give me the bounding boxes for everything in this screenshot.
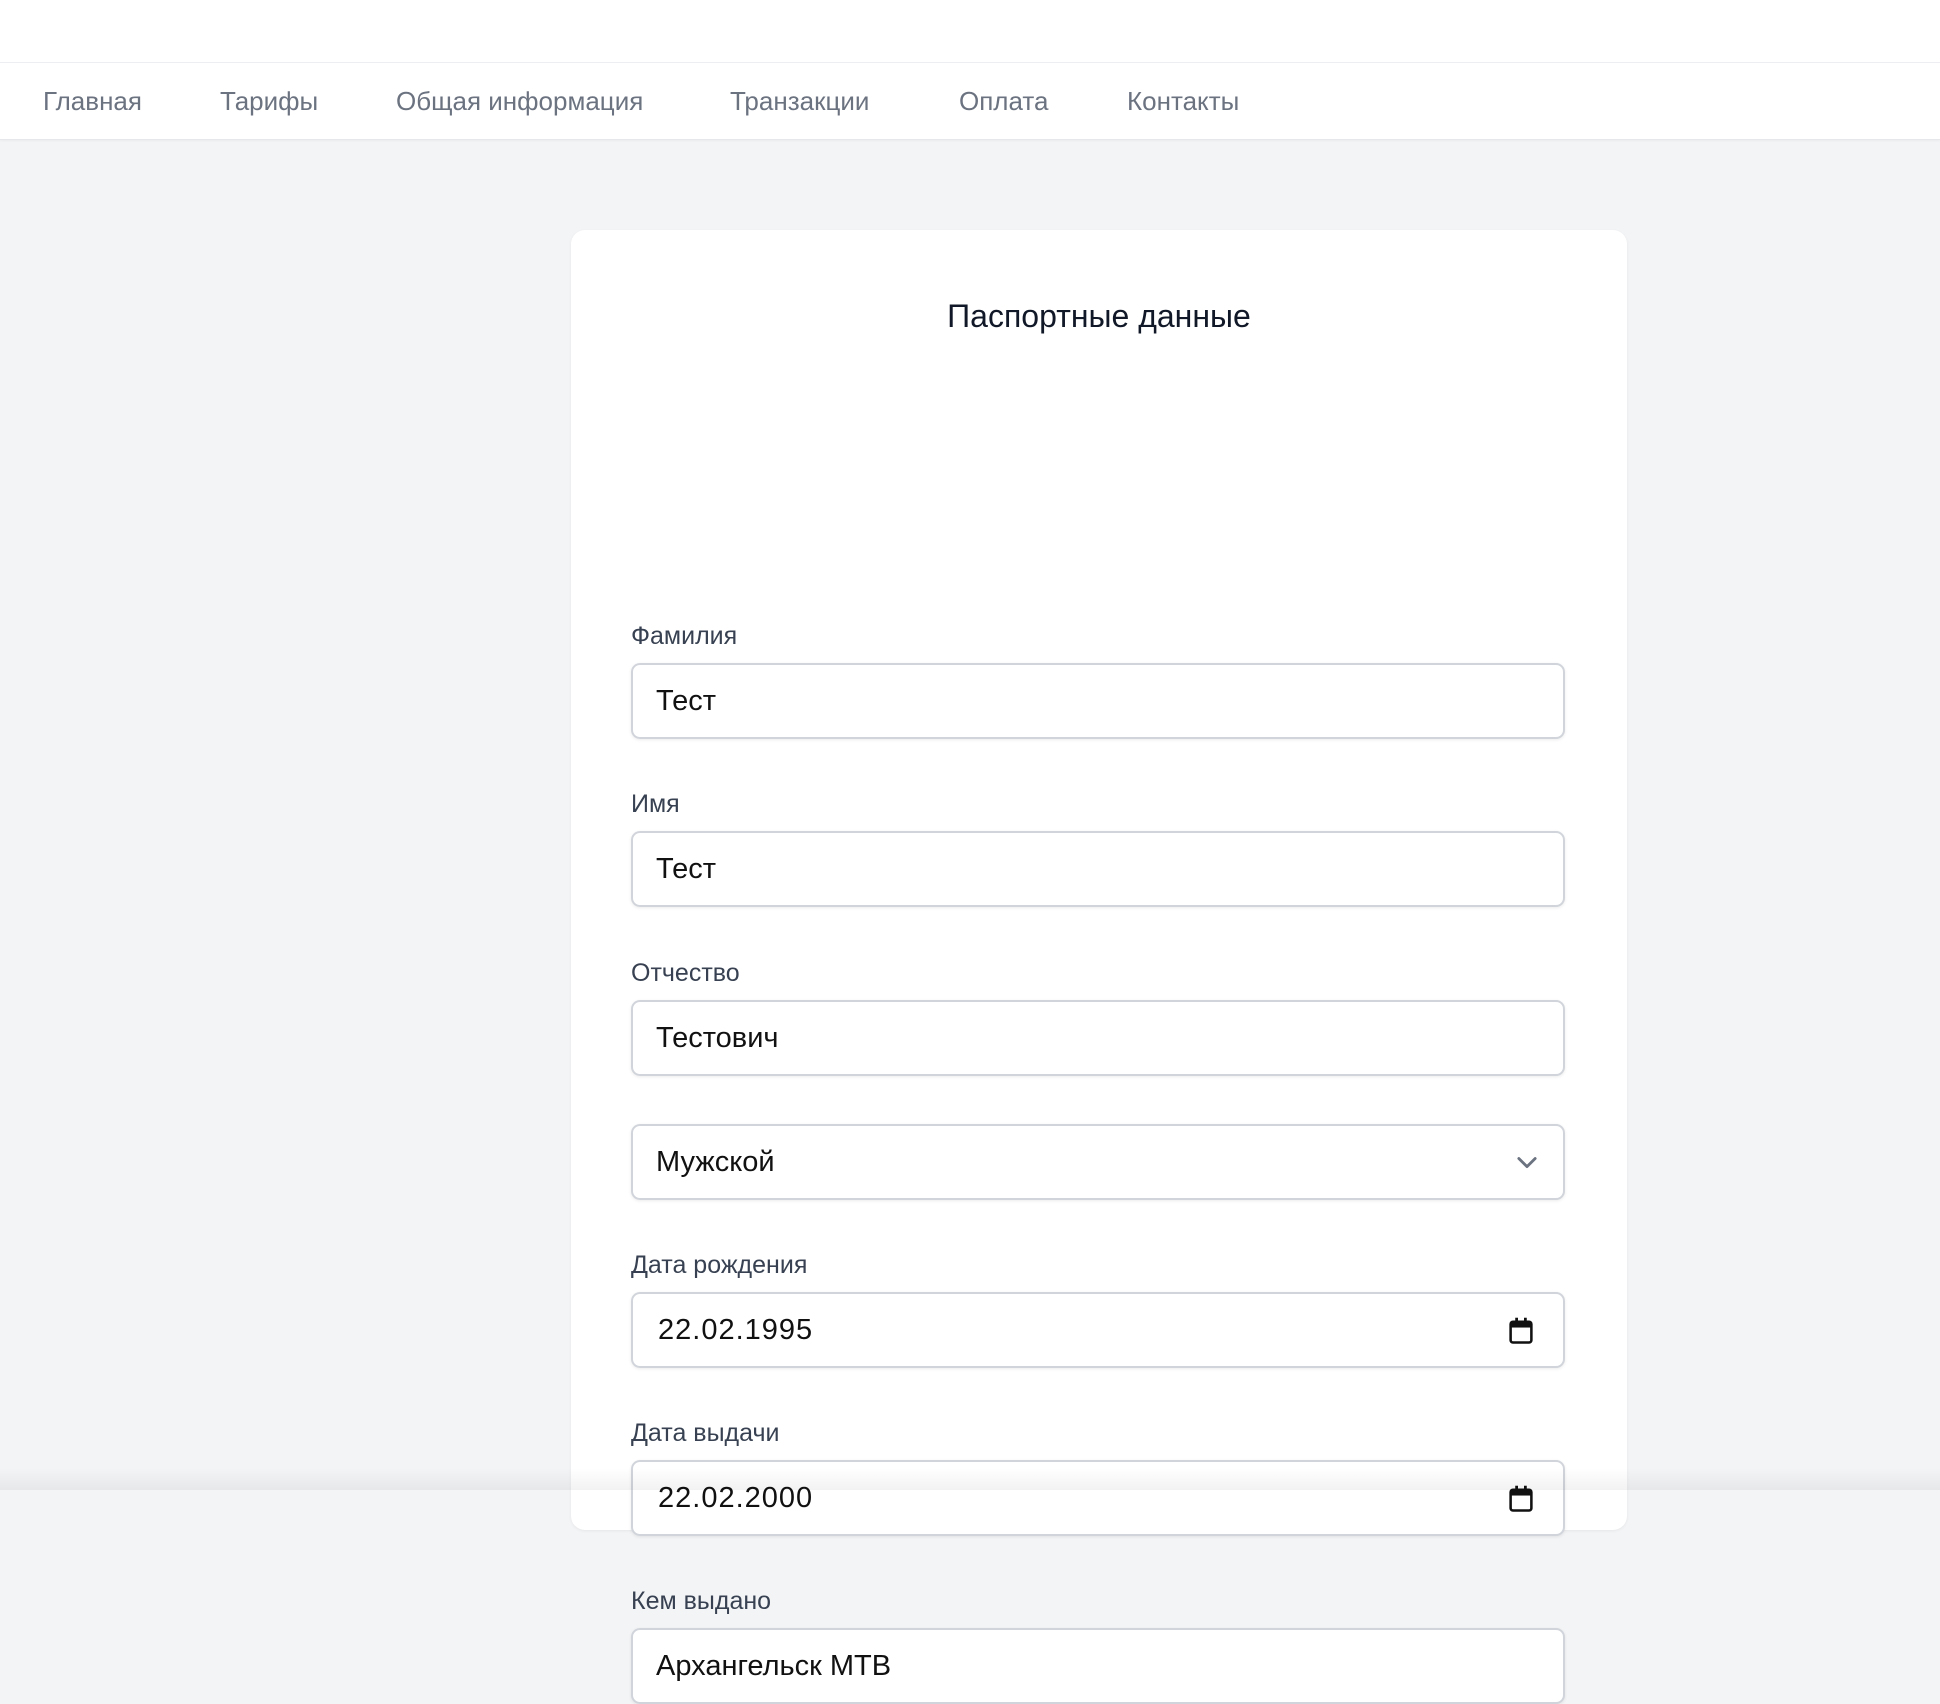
last-name-value: Тест	[656, 685, 716, 717]
issued-by-input[interactable]: Архангельск МТВ	[631, 1628, 1565, 1704]
last-name-label: Фамилия	[631, 622, 738, 650]
birth-date-value: 22.02.1995	[658, 1314, 814, 1346]
issued-by-value: Архангельск МТВ	[656, 1650, 892, 1682]
chevron-down-icon	[1517, 1157, 1537, 1169]
first-name-value: Тест	[656, 853, 716, 885]
nav-item-transactions[interactable]: Транзакции	[730, 63, 869, 139]
main-nav: Главная Тарифы Общая информация Транзакц…	[0, 63, 1940, 140]
bottom-shadow	[0, 1468, 1940, 1490]
gender-value: Мужской	[656, 1146, 775, 1178]
passport-form-card: Паспортные данные Фамилия Тест Имя Тест …	[571, 230, 1627, 1704]
first-name-label: Имя	[631, 790, 680, 818]
birth-date-input[interactable]: 22.02.1995	[631, 1292, 1565, 1368]
gender-select[interactable]: Мужской	[631, 1124, 1565, 1200]
nav-item-home[interactable]: Главная	[43, 63, 142, 139]
nav-item-contacts[interactable]: Контакты	[1127, 63, 1239, 139]
nav-item-general-info[interactable]: Общая информация	[396, 63, 643, 139]
issued-by-label: Кем выдано	[631, 1587, 772, 1615]
nav-item-tariffs[interactable]: Тарифы	[220, 63, 318, 139]
nav-item-payment[interactable]: Оплата	[959, 63, 1048, 139]
issue-date-label: Дата выдачи	[631, 1419, 780, 1447]
birth-date-label: Дата рождения	[631, 1251, 808, 1279]
form-title: Паспортные данные	[947, 298, 1251, 334]
first-name-input[interactable]: Тест	[631, 831, 1565, 907]
patronymic-input[interactable]: Тестович	[631, 1000, 1565, 1076]
calendar-icon[interactable]	[1507, 1316, 1535, 1346]
patronymic-label: Отчество	[631, 959, 740, 987]
patronymic-value: Тестович	[656, 1022, 779, 1054]
top-bar	[0, 0, 1940, 63]
last-name-input[interactable]: Тест	[631, 663, 1565, 739]
